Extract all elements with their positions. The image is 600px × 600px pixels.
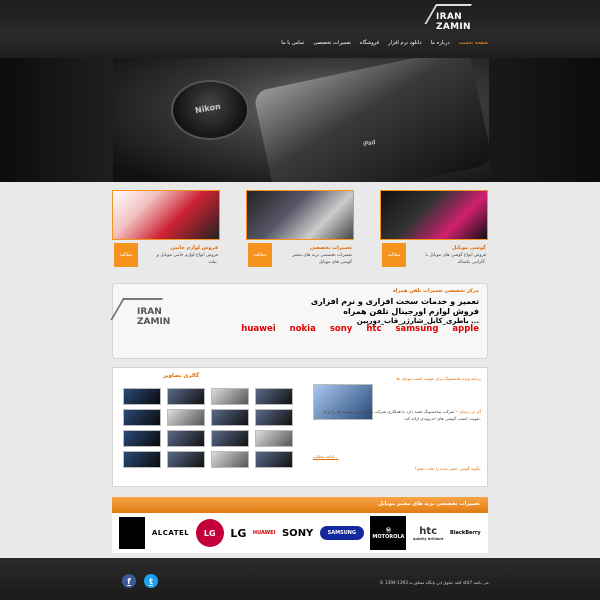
feature-card-accessories: فروش لوازم جانبی فروش انواع لوازم جانبی …: [112, 190, 220, 280]
brand-logos: ALCATEL LG LG HUAWEI SONY SAMSUNG Ⓜ MOTO…: [112, 513, 488, 553]
blackberry-brand-logo[interactable]: BlackBerry: [450, 530, 481, 536]
info-band: IRAN ZAMIN مرکز تخصصی تعمیرات تلفن همراه…: [110, 283, 488, 359]
gallery-thumb[interactable]: [211, 451, 249, 468]
gallery-thumb[interactable]: [211, 430, 249, 447]
htc-tagline: quietly brilliant: [412, 536, 444, 541]
feature-cards: فروش لوازم جانبی فروش انواع لوازم جانبی …: [112, 190, 488, 280]
gallery-thumb[interactable]: [123, 388, 161, 405]
brand-huawei: huawei: [241, 324, 276, 334]
feature-title: فروش لوازم جانبی: [170, 245, 218, 251]
gallery-thumb[interactable]: [167, 409, 205, 426]
hero-image: iPad Nikon: [113, 58, 489, 182]
feature-desc: فروش انواع لوازم جانبی موبایل و تبلت.: [156, 253, 218, 265]
gallery-thumb[interactable]: [123, 409, 161, 426]
nav-contact[interactable]: تماس با ما: [281, 40, 304, 46]
gallery-thumb[interactable]: [211, 388, 249, 405]
samsung-brand-logo[interactable]: SAMSUNG: [319, 526, 364, 540]
info-logo: IRAN ZAMIN: [110, 298, 193, 327]
feature-title: گوشی موبایل: [451, 245, 486, 251]
apple-brand-icon[interactable]: [119, 517, 146, 549]
news-title-link[interactable]: برنامه ویژه سامسونگ برای تقویت امنیت موب…: [396, 376, 481, 381]
sony-brand-logo[interactable]: SONY: [282, 528, 313, 539]
nav-download[interactable]: دانلود نرم افزار: [388, 40, 421, 46]
brands-title: تعمیرات تخصصی برند های معتبر موبایل: [378, 501, 480, 507]
info-brand-list: apple samsung htc sony nokia huawei: [241, 324, 479, 334]
gallery-news-panel: گالری تصاویر برنامه ویژه سامسونگ برای تق…: [112, 367, 488, 487]
news-source: آی تی رسان: [459, 409, 481, 414]
brand-sony: sony: [329, 324, 353, 334]
brand-apple: apple: [452, 324, 479, 334]
feature-card-phones: گوشی موبایل فروش انواع گوشی های موبایل ب…: [380, 190, 488, 280]
lg-brand-icon[interactable]: LG: [195, 519, 224, 547]
site-footer: © 1394-1393 کلیه حقوق این پایگاه متعلق ب…: [0, 558, 600, 600]
news-body: آی تی رسان – شرکت سامسونگ قصد دارد با هم…: [311, 408, 481, 422]
motorola-icon: Ⓜ: [385, 527, 391, 534]
htc-text: htc: [419, 525, 438, 537]
lg-brand-wordmark[interactable]: LG: [230, 527, 246, 540]
gallery-thumb[interactable]: [167, 451, 205, 468]
gallery-thumb[interactable]: [167, 388, 205, 405]
motorola-text: MOTOROLA: [372, 533, 405, 540]
nav-shop[interactable]: فروشگاه: [360, 40, 379, 46]
read-more-button[interactable]: مطالعه: [382, 243, 406, 267]
brand-nokia: nokia: [289, 324, 316, 334]
nav-home[interactable]: صفحه نخست: [459, 40, 488, 46]
nav-about[interactable]: درباره ما: [431, 40, 450, 46]
gallery-thumb[interactable]: [255, 409, 293, 426]
feature-desc: تعمیرات تخصصی برند های معتبر گوشی های مو…: [292, 253, 352, 265]
gallery-grid: [123, 388, 293, 478]
feature-thumb[interactable]: [112, 190, 220, 240]
facebook-icon[interactable]: f: [122, 574, 136, 588]
info-line-1: تعمیر و خدمات سخت افزاری و نرم افزاری: [310, 297, 479, 306]
gallery-thumb[interactable]: [123, 430, 161, 447]
copyright-text: © 1394-1393 کلیه حقوق این پایگاه متعلق ب…: [379, 580, 490, 585]
gallery-thumb[interactable]: [255, 388, 293, 405]
nav-repairs[interactable]: تعمیرات تخصصی: [313, 40, 350, 46]
read-more-button[interactable]: مطالعه: [248, 243, 272, 267]
site-header: IRAN ZAMIN صفحه نخست درباره ما دانلود نر…: [0, 0, 600, 58]
gallery-thumb[interactable]: [211, 409, 249, 426]
alcatel-brand-logo[interactable]: ALCATEL: [152, 529, 189, 537]
main-nav: صفحه نخست درباره ما دانلود نرم افزار فرو…: [281, 40, 488, 46]
read-more-button[interactable]: مطالعه: [114, 243, 138, 267]
gallery-thumb[interactable]: [255, 451, 293, 468]
logo-text: IRAN ZAMIN: [436, 12, 471, 32]
info-logo-text: IRAN ZAMIN: [137, 307, 171, 327]
info-heading: مرکز تخصصی تعمیرات تلفن همراه: [392, 288, 479, 294]
news-read-more-link[interactable]: ادامه مطلب...: [313, 454, 338, 459]
feature-card-repairs: تعمیرات تخصصی تعمیرات تخصصی برند های معت…: [246, 190, 354, 280]
feature-title: تعمیرات تخصصی: [309, 245, 352, 251]
htc-brand-logo[interactable]: htc quietly brilliant: [413, 526, 444, 541]
brands-header: تعمیرات تخصصی برند های معتبر موبایل: [112, 497, 488, 513]
hero-banner: iPad Nikon: [0, 58, 600, 182]
feature-thumb[interactable]: [246, 190, 354, 240]
gallery-thumb[interactable]: [123, 451, 161, 468]
gallery-thumb[interactable]: [167, 430, 205, 447]
motorola-brand-logo[interactable]: Ⓜ MOTOROLA: [370, 516, 407, 550]
gallery-title: گالری تصاویر: [163, 373, 200, 379]
twitter-icon[interactable]: t: [144, 574, 158, 588]
info-line-2: فروش لوازم اورجینال تلفن همراه: [343, 307, 479, 316]
gallery-thumb[interactable]: [255, 430, 293, 447]
feature-desc: فروش انواع گوشی های موبایل با گارانتی یک…: [425, 253, 486, 265]
news-second-link[interactable]: چگونه گوشی خیس شده را نجات دهیم؟: [415, 466, 481, 471]
feature-thumb[interactable]: [380, 190, 488, 240]
news-text: – شرکت سامسونگ قصد دارد با همکاری شرکت ه…: [322, 409, 481, 421]
brand-htc: htc: [366, 324, 382, 334]
huawei-brand-logo[interactable]: HUAWEI: [253, 530, 276, 536]
phone-image: [252, 58, 489, 182]
site-logo[interactable]: IRAN ZAMIN: [424, 4, 492, 32]
brand-samsung: samsung: [395, 324, 439, 334]
